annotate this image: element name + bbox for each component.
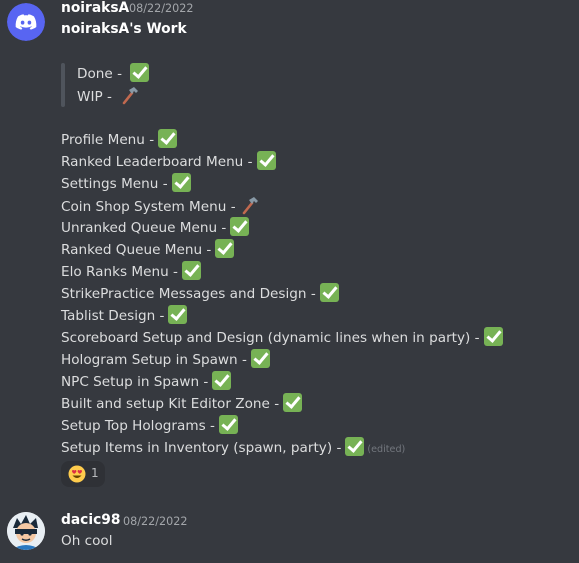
message-dacic98: dacic98 08/22/2022 Oh cool — [0, 0, 579, 563]
username[interactable]: dacic98 — [61, 512, 120, 528]
timestamp: 08/22/2022 — [123, 515, 188, 528]
cartoon-avatar-icon — [7, 512, 45, 550]
avatar-dacic98[interactable] — [7, 512, 45, 550]
message-text: Oh cool — [61, 533, 113, 549]
